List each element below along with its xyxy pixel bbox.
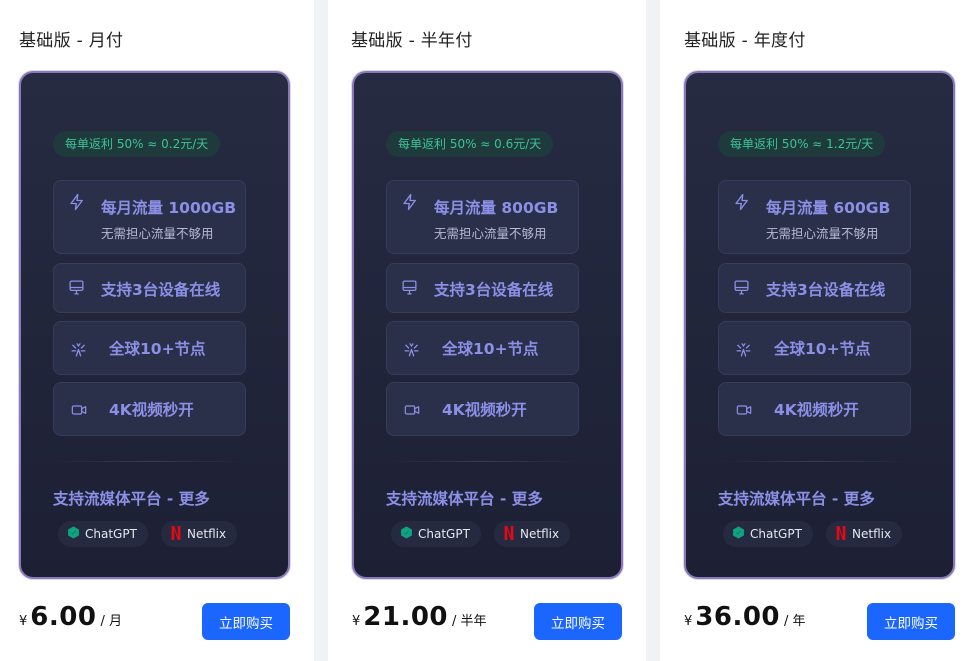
price-currency: ¥ xyxy=(684,614,693,629)
plan-card-monthly: 基础版 - 月付 每单返利 50% ≈ 0.2元/天 每月流量 1000GB 无… xyxy=(0,0,314,661)
lightning-icon xyxy=(733,193,751,211)
feature-video: 4K视频秒开 xyxy=(718,382,911,436)
plan-title: 基础版 - 月付 xyxy=(19,31,124,51)
price-currency: ¥ xyxy=(19,614,28,629)
plan-card-half-year: 基础版 - 半年付 每单返利 50% ≈ 0.6元/天 每月流量 800GB 无… xyxy=(328,0,646,661)
monitor-icon xyxy=(68,279,85,296)
price-amount: 6.00 xyxy=(30,602,97,632)
feature-nodes-label: 全球10+节点 xyxy=(442,340,539,358)
video-camera-icon xyxy=(735,402,753,418)
plan-feature-panel: 每单返利 50% ≈ 1.2元/天 每月流量 600GB 无需担心流量不够用 支… xyxy=(684,71,955,579)
buy-now-button[interactable]: 立即购买 xyxy=(534,603,622,640)
feature-devices: 支持3台设备在线 xyxy=(386,263,579,313)
platform-chip-chatgpt: ChatGPT xyxy=(723,521,813,547)
platform-chatgpt-label: ChatGPT xyxy=(85,527,137,541)
feature-video: 4K视频秒开 xyxy=(386,382,579,436)
netflix-logo-icon xyxy=(503,525,515,543)
netflix-logo-icon xyxy=(835,525,847,543)
plan-feature-panel: 每单返利 50% ≈ 0.2元/天 每月流量 1000GB 无需担心流量不够用 … xyxy=(19,71,290,579)
feature-traffic: 每月流量 1000GB 无需担心流量不够用 xyxy=(53,180,246,254)
feature-video-label: 4K视频秒开 xyxy=(442,401,527,419)
feature-video: 4K视频秒开 xyxy=(53,382,246,436)
streaming-platforms-title[interactable]: 支持流媒体平台 - 更多 xyxy=(718,487,875,509)
divider xyxy=(386,461,579,462)
feature-devices-label: 支持3台设备在线 xyxy=(101,281,221,299)
plan-title: 基础版 - 半年付 xyxy=(351,31,473,51)
platform-netflix-label: Netflix xyxy=(187,527,227,541)
platform-chip-chatgpt: ChatGPT xyxy=(391,521,481,547)
feature-video-label: 4K视频秒开 xyxy=(109,401,194,419)
price: ¥ 6.00 / 月 xyxy=(19,602,122,632)
price: ¥ 21.00 / 半年 xyxy=(352,602,487,632)
feature-traffic-label: 每月流量 600GB xyxy=(766,199,891,217)
feature-devices-label: 支持3台设备在线 xyxy=(766,281,886,299)
lightning-icon xyxy=(401,193,419,211)
network-nodes-icon xyxy=(403,341,420,358)
feature-traffic-label: 每月流量 1000GB xyxy=(101,199,237,217)
feature-nodes: 全球10+节点 xyxy=(386,321,579,375)
lightning-icon xyxy=(68,193,86,211)
feature-video-label: 4K视频秒开 xyxy=(774,401,859,419)
rebate-badge: 每单返利 50% ≈ 1.2元/天 xyxy=(718,131,886,157)
feature-traffic: 每月流量 800GB 无需担心流量不够用 xyxy=(386,180,579,254)
chatgpt-logo-icon xyxy=(67,526,80,542)
divider xyxy=(718,461,911,462)
feature-traffic-sub: 无需担心流量不够用 xyxy=(434,226,547,241)
feature-devices: 支持3台设备在线 xyxy=(53,263,246,313)
plan-title: 基础版 - 年度付 xyxy=(684,31,806,51)
feature-devices-label: 支持3台设备在线 xyxy=(434,281,554,299)
monitor-icon xyxy=(401,279,418,296)
price-amount: 36.00 xyxy=(695,602,781,632)
price-period: / 月 xyxy=(100,614,122,629)
rebate-badge: 每单返利 50% ≈ 0.6元/天 xyxy=(386,131,554,157)
streaming-platforms-title[interactable]: 支持流媒体平台 - 更多 xyxy=(386,487,543,509)
feature-nodes-label: 全球10+节点 xyxy=(774,340,871,358)
streaming-platforms-title[interactable]: 支持流媒体平台 - 更多 xyxy=(53,487,210,509)
chatgpt-logo-icon xyxy=(732,526,745,542)
feature-devices: 支持3台设备在线 xyxy=(718,263,911,313)
platform-chip-chatgpt: ChatGPT xyxy=(58,521,148,547)
platform-netflix-label: Netflix xyxy=(852,527,892,541)
feature-nodes-label: 全球10+节点 xyxy=(109,340,206,358)
feature-traffic: 每月流量 600GB 无需担心流量不够用 xyxy=(718,180,911,254)
platform-chatgpt-label: ChatGPT xyxy=(418,527,470,541)
buy-now-button[interactable]: 立即购买 xyxy=(202,603,290,640)
feature-traffic-sub: 无需担心流量不够用 xyxy=(766,226,879,241)
netflix-logo-icon xyxy=(170,525,182,543)
platform-chip-netflix: Netflix xyxy=(826,521,903,547)
divider xyxy=(53,461,246,462)
price-period: / 年 xyxy=(784,614,806,629)
platform-chip-netflix: Netflix xyxy=(161,521,238,547)
chatgpt-logo-icon xyxy=(400,526,413,542)
platform-chatgpt-label: ChatGPT xyxy=(750,527,802,541)
network-nodes-icon xyxy=(735,341,752,358)
network-nodes-icon xyxy=(70,341,87,358)
feature-nodes: 全球10+节点 xyxy=(53,321,246,375)
rebate-badge: 每单返利 50% ≈ 0.2元/天 xyxy=(53,131,221,157)
plans-row: 基础版 - 月付 每单返利 50% ≈ 0.2元/天 每月流量 1000GB 无… xyxy=(0,0,976,661)
feature-traffic-label: 每月流量 800GB xyxy=(434,199,559,217)
feature-nodes: 全球10+节点 xyxy=(718,321,911,375)
monitor-icon xyxy=(733,279,750,296)
platform-chip-netflix: Netflix xyxy=(494,521,571,547)
price-period: / 半年 xyxy=(452,614,487,629)
video-camera-icon xyxy=(403,402,421,418)
price-currency: ¥ xyxy=(352,614,361,629)
video-camera-icon xyxy=(70,402,88,418)
plan-card-yearly: 基础版 - 年度付 每单返利 50% ≈ 1.2元/天 每月流量 600GB 无… xyxy=(660,0,976,661)
buy-now-button[interactable]: 立即购买 xyxy=(867,603,955,640)
feature-traffic-sub: 无需担心流量不够用 xyxy=(101,226,214,241)
plan-feature-panel: 每单返利 50% ≈ 0.6元/天 每月流量 800GB 无需担心流量不够用 支… xyxy=(352,71,623,579)
price-amount: 21.00 xyxy=(363,602,449,632)
price: ¥ 36.00 / 年 xyxy=(684,602,806,632)
platform-netflix-label: Netflix xyxy=(520,527,560,541)
